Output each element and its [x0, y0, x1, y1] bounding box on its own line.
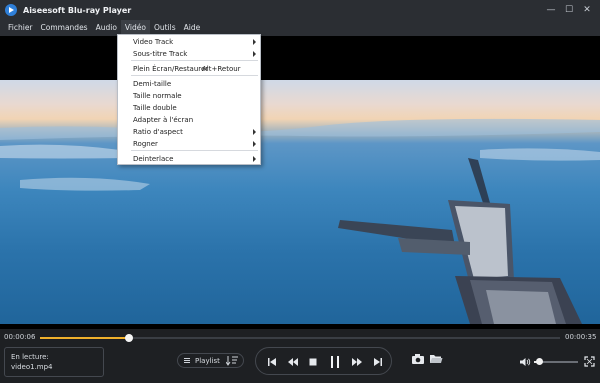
menu-item-deinterlace[interactable]: Deinterlace: [118, 153, 260, 164]
close-button[interactable]: ✕: [578, 2, 596, 18]
pause-button[interactable]: [328, 354, 342, 370]
current-time: 00:00:06: [4, 333, 36, 341]
submenu-arrow-icon: [253, 140, 256, 147]
playlist-icon: [184, 358, 190, 363]
menu-item-aspect-ratio[interactable]: Ratio d'aspect: [118, 126, 260, 137]
menu-separator: [131, 150, 258, 151]
menu-item-subtitle-track[interactable]: Sous-titre Track: [118, 48, 260, 59]
video-viewport[interactable]: [0, 36, 600, 329]
controls-bar: En lecture: video1.mp4 Playlist: [0, 344, 600, 383]
menu-item-label: Adapter à l'écran: [133, 115, 194, 124]
seek-thumb[interactable]: [124, 334, 133, 342]
menu-item-label: Sous-titre Track: [133, 49, 188, 58]
video-frame: [0, 80, 600, 324]
snapshot-camera-icon[interactable]: [411, 353, 425, 365]
skip-next-button[interactable]: [372, 356, 384, 368]
open-folder-icon[interactable]: [429, 353, 443, 365]
progress-row: 00:00:06 00:00:35: [0, 330, 600, 344]
stop-button[interactable]: [307, 356, 319, 368]
now-playing-filename: video1.mp4: [11, 363, 53, 371]
menu-item-label: Demi-taille: [133, 79, 172, 88]
skip-next-icon: [374, 358, 382, 366]
stop-icon: [309, 358, 317, 366]
submenu-arrow-icon: [253, 155, 256, 162]
menu-item-label: Taille normale: [133, 91, 182, 100]
menu-item-label: Plein Écran/Restaurer: [133, 64, 209, 73]
volume-thumb[interactable]: [535, 358, 543, 365]
video-scene-image: [0, 118, 600, 324]
sort-icon[interactable]: [226, 355, 238, 366]
menu-item-fit-screen[interactable]: Adapter à l'écran: [118, 114, 260, 125]
now-playing-box: En lecture: video1.mp4: [4, 347, 104, 377]
volume-icon[interactable]: [519, 357, 531, 367]
menu-separator: [131, 60, 258, 61]
transport-controls: [255, 347, 392, 375]
app-title: Aiseesoft Blu-ray Player: [23, 5, 132, 15]
submenu-arrow-icon: [253, 128, 256, 135]
menu-item-fullscreen[interactable]: Plein Écran/Restaurer Alt+Retour: [118, 63, 260, 74]
minimize-button[interactable]: —: [542, 2, 560, 18]
fast-forward-button[interactable]: [351, 356, 363, 368]
menu-item-double-size[interactable]: Taille double: [118, 102, 260, 113]
title-bar: Aiseesoft Blu-ray Player — ☐ ✕: [0, 0, 600, 20]
now-playing-label: En lecture:: [11, 353, 49, 361]
seek-bar[interactable]: [40, 337, 560, 339]
menu-bar: Fichier Commandes Audio Vidéo Outils Aid…: [0, 20, 600, 36]
submenu-arrow-icon: [253, 50, 256, 57]
menu-item-normal-size[interactable]: Taille normale: [118, 90, 260, 101]
menu-item-shortcut: Alt+Retour: [202, 64, 241, 73]
total-time: 00:00:35: [565, 333, 597, 341]
menu-item-label: Ratio d'aspect: [133, 127, 183, 136]
menu-item-crop[interactable]: Rogner: [118, 138, 260, 149]
skip-previous-icon: [268, 358, 276, 366]
menu-commandes[interactable]: Commandes: [37, 20, 92, 36]
playlist-label: Playlist: [195, 356, 220, 365]
skip-previous-button[interactable]: [266, 356, 278, 368]
fullscreen-icon[interactable]: [584, 356, 595, 367]
fast-forward-icon: [352, 358, 362, 366]
menu-fichier[interactable]: Fichier: [4, 20, 37, 36]
menu-item-video-track[interactable]: Video Track: [118, 36, 260, 47]
menu-item-label: Video Track: [133, 37, 174, 46]
window-controls: — ☐ ✕: [542, 2, 596, 18]
rewind-icon: [288, 358, 298, 366]
video-dropdown-menu: Video Track Sous-titre Track Plein Écran…: [117, 34, 261, 165]
maximize-button[interactable]: ☐: [560, 2, 578, 18]
menu-item-half-size[interactable]: Demi-taille: [118, 78, 260, 89]
menu-item-label: Deinterlace: [133, 154, 174, 163]
menu-separator: [131, 75, 258, 76]
menu-item-label: Rogner: [133, 139, 158, 148]
play-logo-icon: [5, 4, 17, 16]
seek-bar-fill: [40, 337, 129, 339]
submenu-arrow-icon: [253, 38, 256, 45]
rewind-button[interactable]: [287, 356, 299, 368]
pause-icon: [331, 356, 339, 368]
menu-item-label: Taille double: [133, 103, 177, 112]
